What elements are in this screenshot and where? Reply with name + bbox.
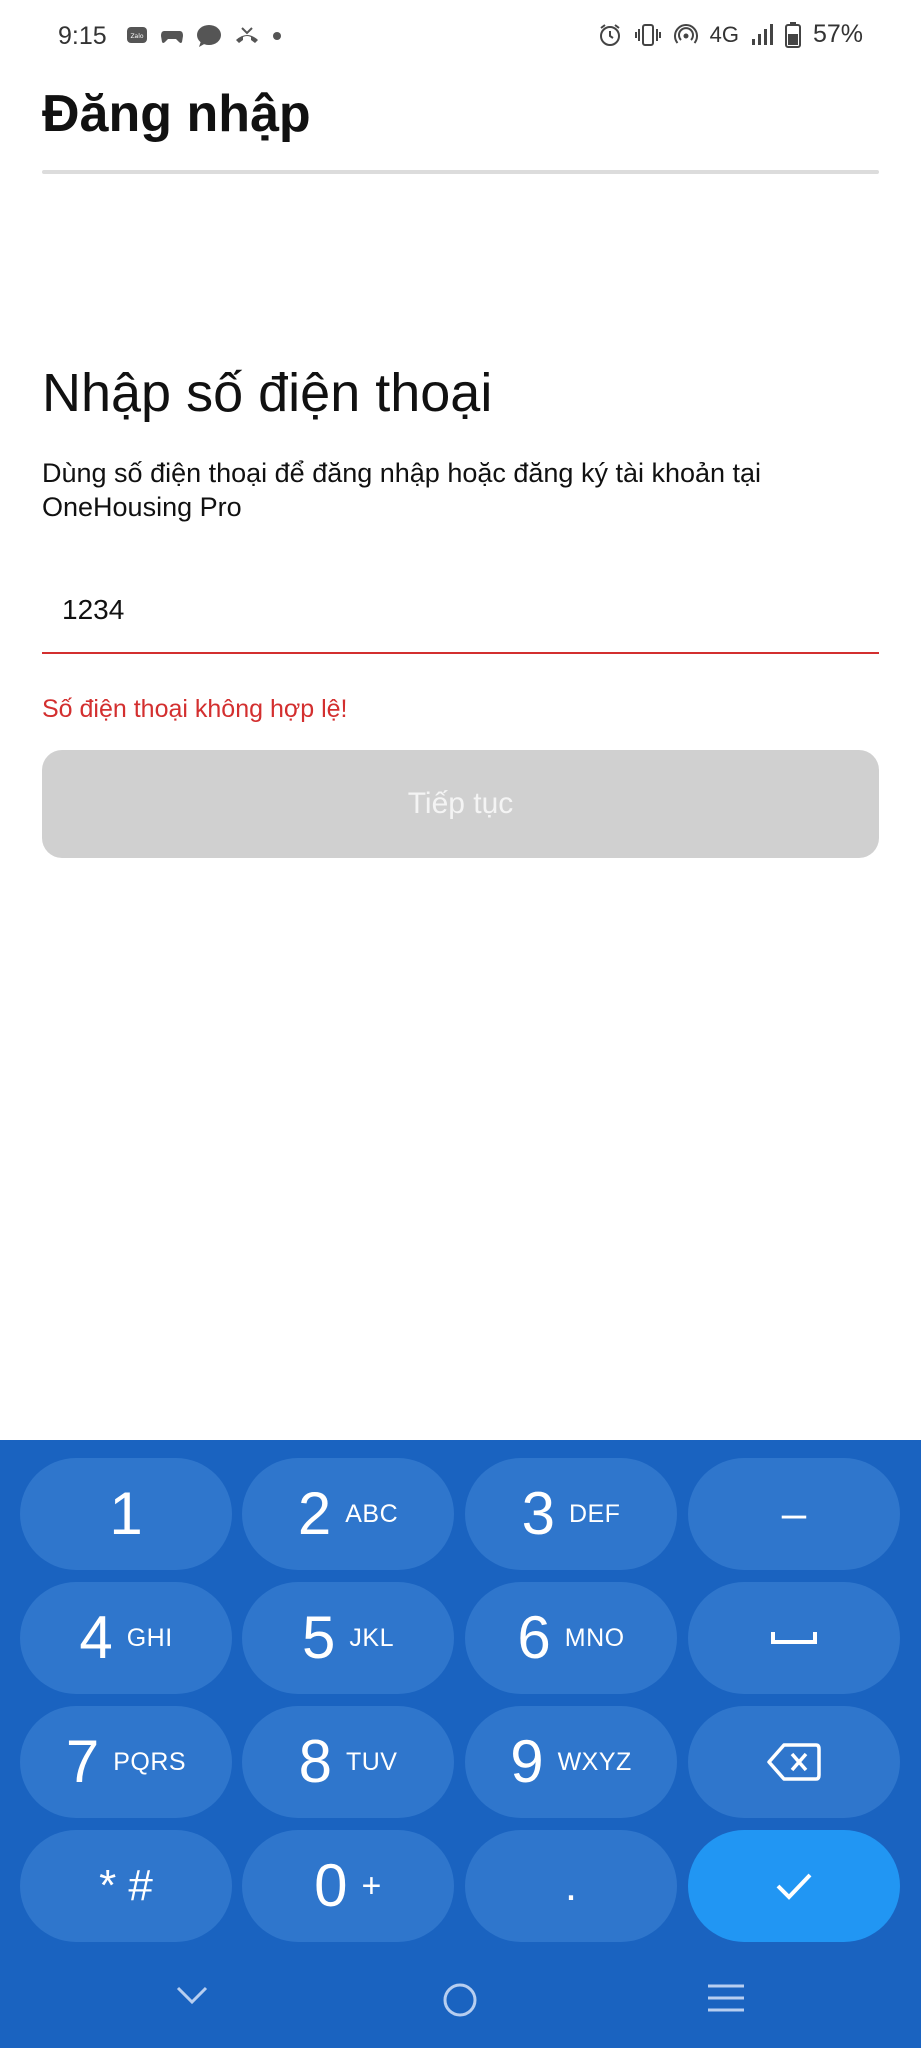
alarm-icon: [598, 23, 622, 47]
key-star-hash[interactable]: * #: [20, 1830, 232, 1942]
key-dash[interactable]: –: [688, 1458, 900, 1570]
key-backspace[interactable]: [688, 1706, 900, 1818]
message-bubble-icon: [196, 24, 222, 48]
key-letters: WXYZ: [557, 1747, 632, 1776]
key-digit: 7: [65, 1728, 100, 1795]
key-letters: JKL: [349, 1623, 394, 1652]
key-7[interactable]: 7 PQRS: [20, 1706, 232, 1818]
phone-input-value: 1234: [62, 594, 125, 625]
key-digit: 9: [510, 1728, 544, 1795]
key-letters: ABC: [345, 1499, 399, 1528]
status-time: 9:15: [58, 22, 107, 50]
status-right-icons: 4G 57%: [598, 20, 863, 49]
battery-percentage: 57%: [812, 20, 863, 48]
key-4[interactable]: 4 GHI: [20, 1582, 232, 1694]
key-9[interactable]: 9 WXYZ: [465, 1706, 677, 1818]
key-digit: 0: [314, 1852, 348, 1919]
key-space[interactable]: [688, 1582, 900, 1694]
menu-icon[interactable]: [704, 1980, 748, 2016]
key-digit: 8: [298, 1728, 332, 1795]
key-letters: MNO: [564, 1623, 625, 1652]
home-circle-icon[interactable]: [440, 1980, 480, 2020]
key-digit: 3: [521, 1480, 555, 1547]
key-8[interactable]: 8 TUV: [242, 1706, 454, 1818]
key-letters: GHI: [126, 1623, 173, 1652]
key-5[interactable]: 5 JKL: [242, 1582, 454, 1694]
continue-button-label: Tiếp tục: [407, 787, 514, 820]
key-digit: 5: [302, 1604, 336, 1671]
key-digit: .: [564, 1861, 578, 1910]
section-description: Dùng số điện thoại để đăng nhập hoặc đăn…: [42, 458, 762, 522]
done-button[interactable]: [688, 1830, 900, 1942]
game-controller-icon: [160, 26, 184, 46]
numeric-keyboard: 1 2 ABC 3 DEF – 4 GHI 5 JKL 6 MNO 7 PQRS…: [0, 1440, 921, 2048]
key-3[interactable]: 3 DEF: [465, 1458, 677, 1570]
key-digit: 2: [297, 1480, 332, 1547]
page-title: Đăng nhập: [42, 85, 311, 143]
key-letters: +: [361, 1866, 382, 1905]
key-0[interactable]: 0 +: [242, 1830, 454, 1942]
network-4g-icon: 4G: [709, 21, 739, 47]
missed-call-icon: [234, 26, 260, 46]
dot-icon: [272, 31, 282, 41]
key-digit: 1: [109, 1480, 143, 1547]
space-icon: [771, 1632, 817, 1644]
battery-icon: [784, 21, 801, 48]
status-left-icons: Zalo: [126, 24, 282, 48]
backspace-icon: [767, 1743, 821, 1781]
vibrate-icon: [634, 23, 662, 47]
signal-icon: [751, 23, 773, 47]
key-digit: 4: [79, 1604, 113, 1671]
status-bar: 9:15 Zalo 4G 57%: [0, 0, 921, 76]
svg-text:Zalo: Zalo: [130, 33, 143, 40]
key-digit: * #: [99, 1861, 153, 1910]
section-title: Nhập số điện thoại: [42, 363, 493, 423]
key-letters: DEF: [568, 1499, 621, 1528]
key-digit: 6: [517, 1604, 551, 1671]
chevron-down-icon[interactable]: [172, 1980, 212, 2010]
error-message: Số điện thoại không hợp lệ!: [42, 695, 348, 723]
zalo-icon: Zalo: [126, 26, 148, 46]
key-1[interactable]: 1: [20, 1458, 232, 1570]
checkmark-icon: [776, 1873, 812, 1900]
key-dash-label: –: [781, 1489, 807, 1538]
key-letters: TUV: [345, 1747, 398, 1776]
navigation-bar: [0, 1958, 921, 2048]
continue-button[interactable]: Tiếp tục: [42, 750, 879, 858]
key-6[interactable]: 6 MNO: [465, 1582, 677, 1694]
hotspot-icon: [673, 23, 698, 47]
key-period[interactable]: .: [465, 1830, 677, 1942]
key-2[interactable]: 2 ABC: [242, 1458, 454, 1570]
phone-input[interactable]: 1234: [42, 580, 879, 654]
header-divider: [42, 170, 879, 174]
key-letters: PQRS: [113, 1747, 187, 1776]
